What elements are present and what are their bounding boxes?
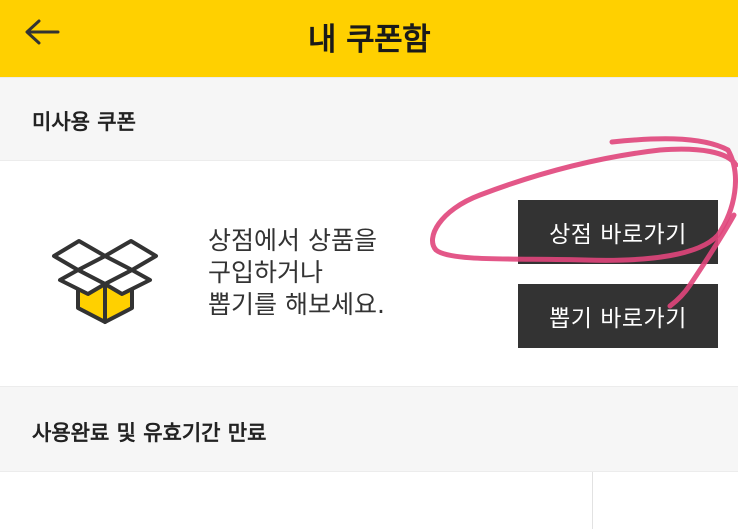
column-divider	[592, 472, 593, 529]
unused-coupons-section: 미사용 쿠폰	[0, 77, 738, 161]
empty-message-line-2: 구입하거나	[208, 258, 324, 287]
used-expired-label: 사용완료 및 유효기간 만료	[32, 421, 267, 445]
empty-message-line-3: 뽑기를 해보세요.	[208, 290, 385, 319]
used-expired-section: 사용완료 및 유효기간 만료	[0, 386, 738, 472]
go-to-store-button[interactable]: 상점 바로가기	[518, 200, 718, 264]
page-title: 내 쿠폰함	[307, 22, 431, 58]
unused-coupons-label: 미사용 쿠폰	[32, 110, 136, 134]
open-box-icon	[52, 239, 158, 324]
app-header: 내 쿠폰함	[0, 0, 738, 77]
empty-message-line-1: 상점에서 상품을	[208, 226, 377, 255]
empty-state-message: 상점에서 상품을 구입하거나 뽑기를 해보세요.	[208, 225, 428, 321]
expired-coupon-list	[0, 472, 738, 529]
go-to-draw-button[interactable]: 뽑기 바로가기	[518, 284, 718, 348]
